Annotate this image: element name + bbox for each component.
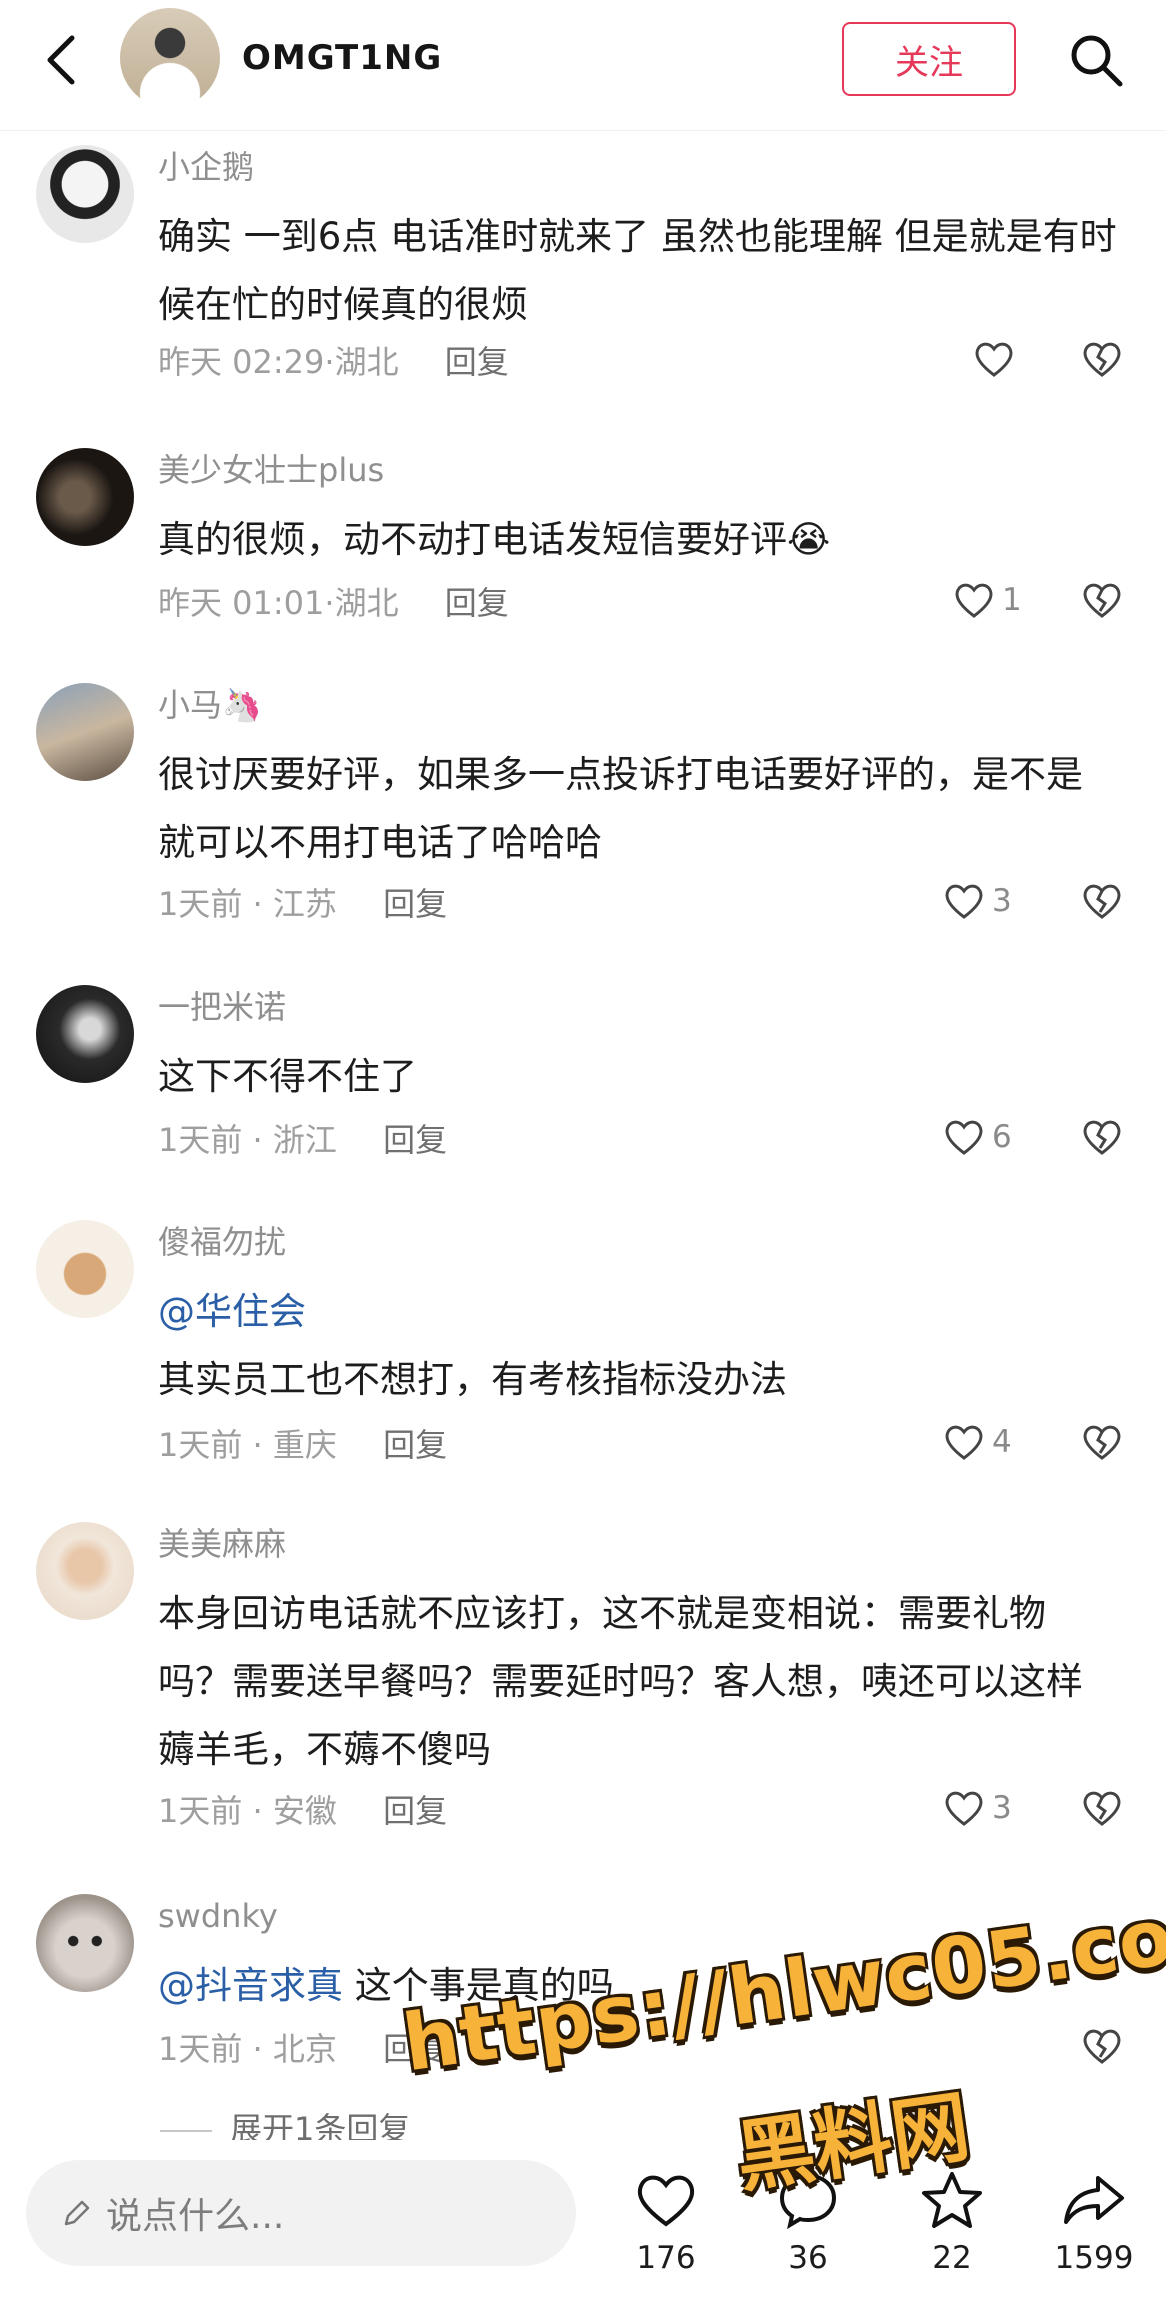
- share-arrow-icon: [1064, 2176, 1124, 2224]
- comment-location: 安徽: [272, 1792, 337, 1830]
- mention-link[interactable]: @华住会: [158, 1290, 306, 1333]
- comment-meta: 1天前 · 重庆 回复: [158, 1426, 448, 1464]
- comment-text-body: 其实员工也不想打，有考核指标没办法: [158, 1358, 787, 1401]
- commenter-avatar[interactable]: [36, 985, 134, 1083]
- commenter-name[interactable]: 小马🦄: [158, 683, 262, 727]
- mention-link[interactable]: @抖音求真: [158, 1964, 343, 2007]
- comment-time: 昨天 01:01: [158, 584, 325, 622]
- heart-icon: [945, 1791, 983, 1826]
- comment-text: @华住会 其实员工也不想打，有考核指标没办法: [158, 1278, 1118, 1414]
- reply-button[interactable]: 回复: [383, 1792, 447, 1830]
- commenter-name[interactable]: 一把米诺: [158, 985, 286, 1029]
- comment-input-placeholder: 说点什么...: [106, 2196, 285, 2237]
- pencil-icon: [64, 2200, 90, 2226]
- comment-location: 重庆: [272, 1426, 337, 1464]
- reply-button[interactable]: 回复: [383, 1426, 447, 1464]
- follow-button[interactable]: 关注: [842, 22, 1016, 96]
- comment-location: 浙江: [272, 1121, 337, 1159]
- comment-text: 真的很烦，动不动打电话发短信要好评😭: [158, 518, 831, 561]
- commenter-avatar[interactable]: [36, 1894, 134, 1992]
- commenter-avatar[interactable]: [36, 1220, 134, 1318]
- favorite-button[interactable]: 22: [892, 2170, 1012, 2276]
- comment-text: 本身回访电话就不应该打，这不就是变相说：需要礼物吗？需要送早餐吗？需要延时吗？客…: [158, 1592, 1083, 1771]
- comment-input[interactable]: 说点什么...: [26, 2160, 576, 2266]
- comment-meta: 1天前 · 安徽 回复: [158, 1792, 448, 1830]
- like-count: 4: [992, 1424, 1012, 1460]
- star-count: 22: [932, 2240, 972, 2276]
- like-button[interactable]: 3: [942, 1786, 1012, 1830]
- commenter-avatar[interactable]: [36, 145, 134, 243]
- reply-button[interactable]: 回复: [445, 343, 509, 381]
- commenter-avatar[interactable]: [36, 1522, 134, 1620]
- commenter-avatar[interactable]: [36, 683, 134, 781]
- like-count: 3: [992, 883, 1012, 919]
- comment-time: 1天前: [158, 1792, 243, 1830]
- heart-icon: [637, 2175, 695, 2227]
- like-button[interactable]: 3: [942, 879, 1012, 923]
- like-count: 3: [992, 1790, 1012, 1826]
- reply-button[interactable]: 回复: [445, 584, 509, 622]
- comment-text: 这下不得不住了: [158, 1055, 417, 1098]
- like-button[interactable]: [972, 337, 1022, 381]
- divider: [160, 2130, 212, 2132]
- heart-icon: [945, 1120, 983, 1155]
- like-button[interactable]: 4: [942, 1420, 1012, 1464]
- commenter-name[interactable]: 小企鹅: [158, 145, 254, 189]
- comment-meta: 1天前 · 江苏 回复: [158, 885, 448, 923]
- top-bar: OMGT1NG 关注: [0, 0, 1166, 131]
- broken-heart-icon[interactable]: [1080, 1420, 1124, 1464]
- share-count: 1599: [1054, 2240, 1134, 2276]
- watermark-url: https://hlwc05.com: [397, 1880, 1166, 2090]
- comment-location: 湖北: [334, 584, 399, 622]
- heart-icon: [955, 583, 993, 618]
- reply-button[interactable]: 回复: [383, 1121, 447, 1159]
- comment-text: 很讨厌要好评，如果多一点投诉打电话要好评的，是不是就可以不用打电话了哈哈哈: [158, 753, 1083, 864]
- like-count: 176: [636, 2240, 696, 2276]
- comment-location: 江苏: [272, 885, 337, 923]
- broken-heart-icon[interactable]: [1080, 337, 1124, 381]
- heart-icon: [945, 884, 983, 919]
- like-count: 6: [992, 1119, 1012, 1155]
- reply-button[interactable]: 回复: [383, 885, 447, 923]
- broken-heart-icon[interactable]: [1080, 2024, 1124, 2068]
- comment-time: 1天前: [158, 2030, 243, 2068]
- comment-time: 1天前: [158, 1121, 243, 1159]
- like-button[interactable]: 1: [952, 578, 1022, 622]
- share-button[interactable]: 1599: [1034, 2170, 1154, 2276]
- comment-time: 1天前: [158, 1426, 243, 1464]
- author-avatar[interactable]: [120, 8, 220, 108]
- heart-icon: [975, 342, 1013, 377]
- comment-meta: 1天前 · 浙江 回复: [158, 1121, 448, 1159]
- comment-time: 1天前: [158, 885, 243, 923]
- comment-text: 确实 一到6点 电话准时就来了 虽然也能理解 但是就是有时候在忙的时候真的很烦: [158, 215, 1117, 326]
- comment-time: 昨天 02:29: [158, 343, 325, 381]
- commenter-name[interactable]: 傻福勿扰: [158, 1220, 286, 1264]
- search-icon[interactable]: [1066, 30, 1126, 90]
- comment-meta: 昨天 02:29·湖北 回复: [158, 343, 509, 381]
- commenter-name[interactable]: swdnky: [158, 1894, 278, 1938]
- like-post-button[interactable]: 176: [606, 2170, 726, 2276]
- like-count: 1: [1002, 582, 1022, 618]
- broken-heart-icon[interactable]: [1080, 1115, 1124, 1159]
- comment-count: 36: [788, 2240, 828, 2276]
- like-button[interactable]: 6: [942, 1115, 1012, 1159]
- broken-heart-icon[interactable]: [1080, 879, 1124, 923]
- commenter-name[interactable]: 美美麻麻: [158, 1522, 286, 1566]
- back-arrow-icon[interactable]: [36, 30, 88, 90]
- broken-heart-icon[interactable]: [1080, 578, 1124, 622]
- comment-location: 北京: [272, 2030, 337, 2068]
- commenter-name[interactable]: 美少女壮士plus: [158, 448, 384, 492]
- broken-heart-icon[interactable]: [1080, 1786, 1124, 1830]
- comment-location: 湖北: [334, 343, 399, 381]
- author-name[interactable]: OMGT1NG: [242, 38, 442, 78]
- commenter-avatar[interactable]: [36, 448, 134, 546]
- comment-meta: 昨天 01:01·湖北 回复: [158, 584, 509, 622]
- heart-icon: [945, 1425, 983, 1460]
- bottom-action-bar: 说点什么... 176 36 22 1599: [0, 2140, 1166, 2306]
